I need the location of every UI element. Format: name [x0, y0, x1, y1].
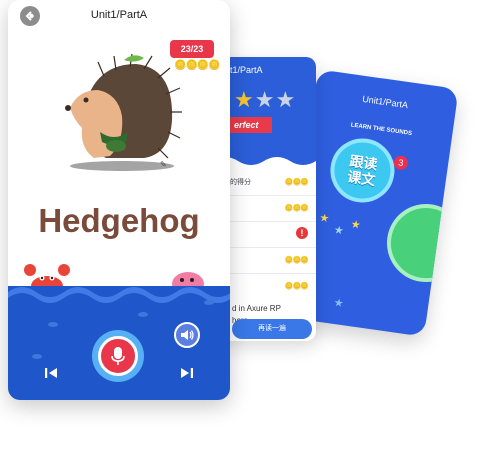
page-title: Unit1/PartA	[90, 9, 148, 21]
star-icon: ★	[234, 87, 255, 112]
star-icon: ★	[275, 87, 297, 112]
fish-icon	[48, 322, 58, 327]
play-audio-button[interactable]	[174, 322, 200, 348]
badge-line-2: 课文	[346, 168, 377, 189]
artist-signature: ✎	[160, 160, 167, 169]
star-icon: ★	[318, 212, 331, 226]
star-icon: ★	[333, 224, 345, 238]
back-card-title: Unit1/PartA	[361, 93, 409, 111]
row-label: 的得分	[230, 179, 251, 186]
next-icon[interactable]	[180, 366, 194, 380]
fish-icon	[204, 300, 214, 305]
next-lesson-circle[interactable]	[381, 198, 459, 288]
microphone-button[interactable]	[98, 336, 138, 376]
star-icon: ★	[332, 296, 345, 311]
fish-icon	[138, 312, 148, 317]
fish-icon	[32, 354, 42, 359]
speaker-icon	[181, 330, 194, 340]
coin-icons: 🪙🪙🪙	[284, 257, 309, 264]
previous-icon[interactable]	[44, 366, 58, 380]
back-card-subtitle: LEARN THE SOUNDS	[350, 122, 413, 137]
wave-decoration	[8, 287, 230, 308]
warning-icon: !	[296, 227, 308, 239]
coin-icons: 🪙🪙🪙	[284, 205, 309, 212]
star-icon: ★	[254, 87, 276, 112]
coin-icons: 🪙🪙🪙	[284, 179, 309, 186]
vocabulary-word: Hedgehog	[38, 202, 200, 239]
rating-stars: ★★★	[234, 87, 296, 113]
coin-icons: 🪙🪙🪙	[284, 283, 309, 290]
follow-read-badge[interactable]: 跟读 课文	[326, 134, 399, 207]
message-line-1: d in Axure RP	[232, 304, 281, 313]
star-icon: ★	[349, 218, 362, 232]
record-button[interactable]	[92, 330, 144, 382]
result-card-title: t1/PartA	[230, 65, 263, 75]
badge-number: 3	[392, 154, 409, 171]
microphone-icon	[111, 347, 125, 365]
word-card: Unit1/PartA 23/23 🪙🪙🪙🪙 ✎ Hedgehog	[8, 0, 230, 400]
reread-button[interactable]: 再读一遍	[232, 319, 312, 339]
